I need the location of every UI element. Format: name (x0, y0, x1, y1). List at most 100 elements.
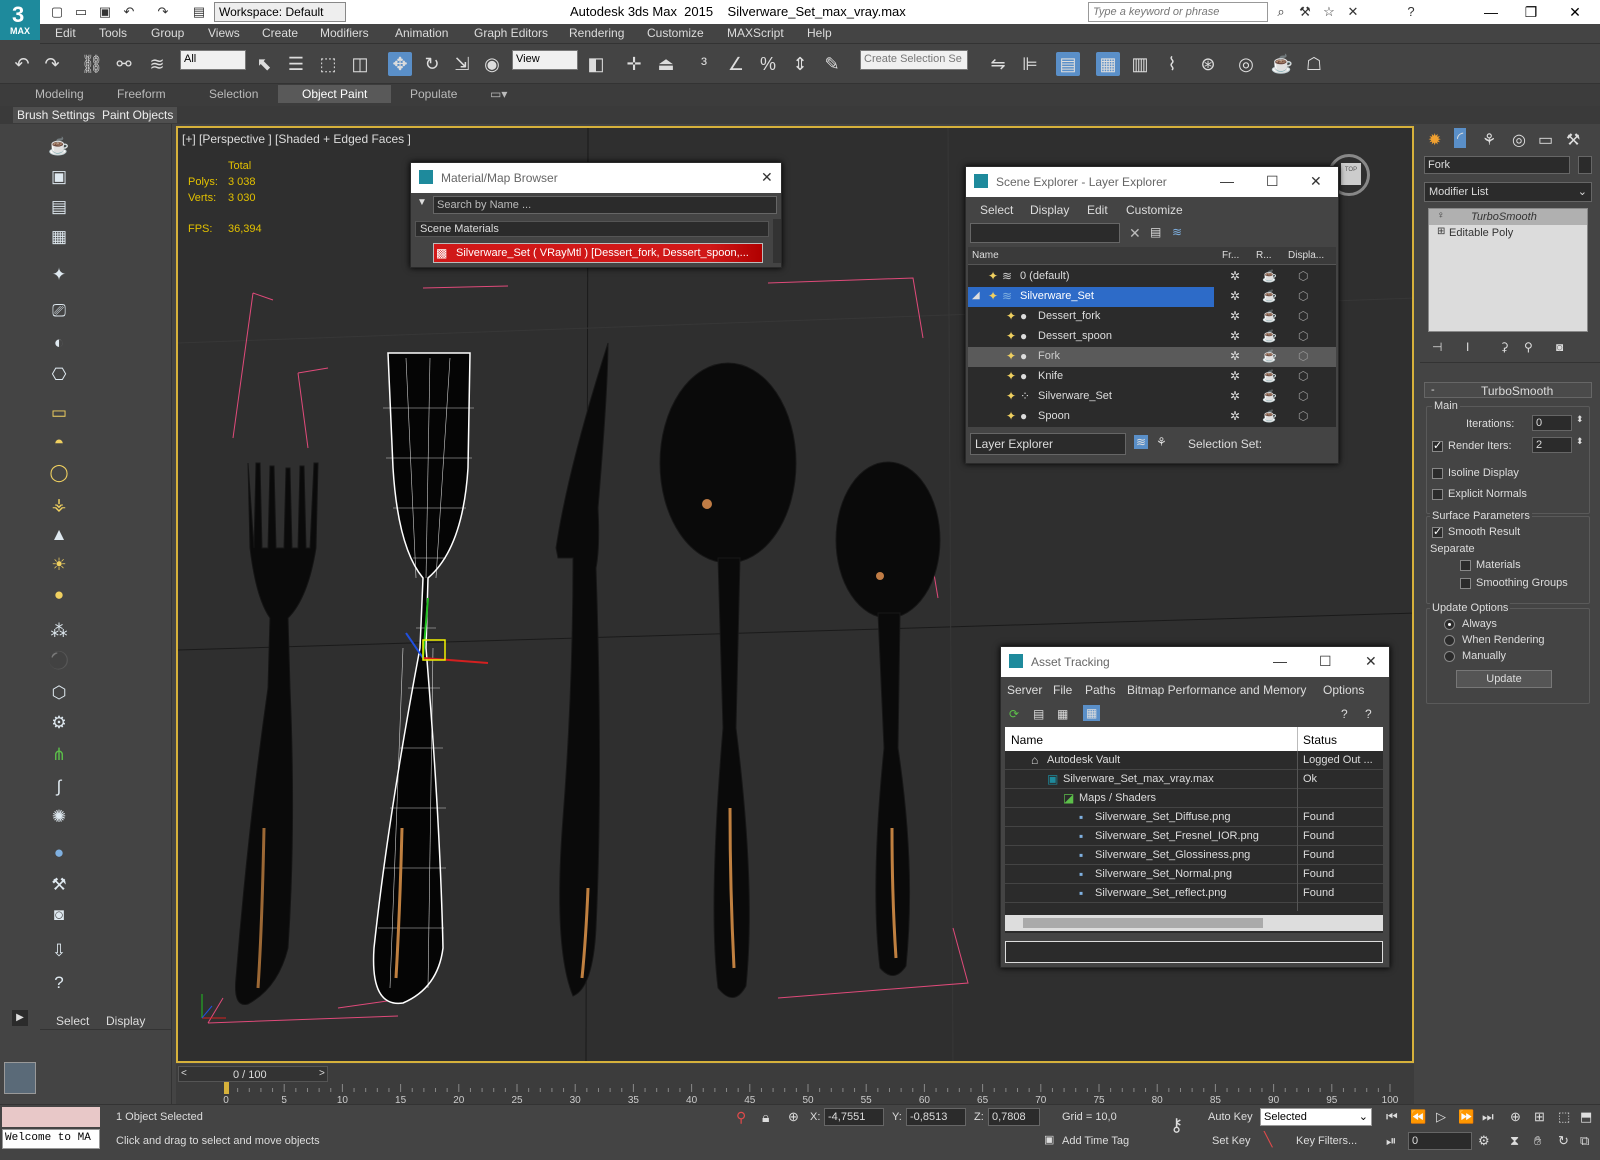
selection-filter-dropdown[interactable]: All (180, 50, 246, 70)
at-menu-server[interactable]: Server (1007, 683, 1042, 697)
show-end-result-icon[interactable]: Ι (1466, 340, 1469, 354)
material-editor-icon[interactable]: ◎ (1234, 52, 1258, 76)
spinner-arrows-icon[interactable]: ⬍ (1576, 436, 1584, 447)
maximize-viewport-icon[interactable]: ⧉ (1580, 1133, 1589, 1149)
help-icon[interactable]: ? (1402, 3, 1420, 21)
manually-radio[interactable] (1444, 651, 1455, 662)
at-row[interactable]: ▪ Silverware_Set_Fresnel_IOR.png Found (1005, 827, 1383, 846)
frame-buffer-icon[interactable]: ◙ (48, 904, 70, 926)
light-bulb-icon[interactable]: ✦ (48, 264, 70, 286)
box-wire-icon[interactable]: ⬡ (48, 682, 70, 704)
menu-modifiers[interactable]: Modifiers (320, 26, 369, 40)
ies-light-icon[interactable]: ● (48, 584, 70, 606)
render-frame-icon[interactable]: ☖ (1302, 52, 1326, 76)
menu-create[interactable]: Create (262, 26, 298, 40)
context-help-icon[interactable]: ? (1365, 707, 1372, 721)
se-col-render[interactable]: R... (1256, 250, 1272, 261)
help-icon[interactable]: ? (1341, 707, 1348, 721)
se-menu-select[interactable]: Select (980, 203, 1013, 217)
explorer-type-dropdown[interactable]: Layer Explorer (970, 433, 1126, 455)
zoom-all-icon[interactable]: ⊞ (1534, 1109, 1545, 1125)
at-row[interactable]: ▣ Silverware_Set_max_vray.max Ok (1005, 770, 1383, 789)
menu-maxscript[interactable]: MAXScript (727, 26, 784, 40)
pan-icon[interactable]: ✋︎ (1534, 1133, 1541, 1149)
film-camera-icon[interactable]: ⎔ (48, 364, 70, 386)
scene-materials-section[interactable]: Scene Materials (415, 221, 769, 237)
grid-icon[interactable]: ▦ (48, 226, 70, 248)
edit-named-selection-icon[interactable]: ✎ (820, 52, 844, 76)
open-file-icon[interactable]: ▭ (72, 3, 90, 21)
exchange-icon[interactable]: ✕ (1344, 3, 1362, 21)
y-coordinate-input[interactable]: -0,8513 (906, 1108, 966, 1126)
bind-space-warp-icon[interactable]: ≋ (145, 52, 169, 76)
close-icon[interactable]: ✕ (1310, 173, 1322, 190)
list-view-icon[interactable]: ▤ (1033, 707, 1044, 721)
tab-populate[interactable]: Populate (410, 87, 457, 101)
sphere-light-icon[interactable]: ◯ (48, 462, 70, 484)
unlink-icon[interactable]: ⚯ (112, 52, 136, 76)
material-search-input[interactable]: Search by Name ... (433, 196, 777, 214)
maximize-button[interactable]: ☐ (1319, 653, 1332, 670)
pivot-center-icon[interactable]: ◧ (584, 52, 608, 76)
goto-start-icon[interactable]: ⏮ (1386, 1109, 1398, 1125)
spinner-snap-icon[interactable]: ⇕ (788, 52, 812, 76)
select-children-icon[interactable]: ▤ (1150, 225, 1161, 239)
tab-modeling[interactable]: Modeling (35, 87, 84, 101)
ribbon-options-icon[interactable]: ▭▾ (490, 87, 507, 101)
make-unique-icon[interactable]: ⚳ (1500, 340, 1509, 354)
play-script-icon[interactable]: ▶ (12, 1010, 28, 1026)
menu-graph-editors[interactable]: Graph Editors (474, 26, 548, 40)
hair-icon[interactable]: ∫ (48, 776, 70, 798)
minimize-button[interactable]: — (1220, 173, 1234, 189)
modifier-list-dropdown[interactable]: Modifier List ⌄ (1424, 182, 1592, 202)
spinner-arrows-icon[interactable]: ⬍ (1576, 414, 1584, 425)
angle-snap-icon[interactable]: ∠ (724, 52, 748, 76)
select-object-icon[interactable]: ⬉ (252, 52, 276, 76)
add-time-tag[interactable]: Add Time Tag (1062, 1135, 1129, 1147)
explicit-normals-checkbox[interactable] (1432, 489, 1443, 500)
tab-freeform[interactable]: Freeform (117, 87, 166, 101)
fur-icon[interactable]: ⋔ (48, 744, 70, 766)
workspace-dropdown[interactable]: Workspace: Default (214, 2, 346, 22)
curve-editor-icon[interactable]: ⌇ (1160, 52, 1184, 76)
at-menu-file[interactable]: File (1053, 683, 1072, 697)
at-row[interactable]: ▪ Silverware_Set_Glossiness.png Found (1005, 846, 1383, 865)
sphere-icon[interactable]: ● (48, 842, 70, 864)
close-button[interactable]: ✕ (1560, 2, 1590, 22)
zoom-icon[interactable]: ⊕ (1510, 1109, 1521, 1125)
create-tab-icon[interactable]: ✹ (1428, 130, 1441, 150)
undo-icon[interactable]: ↶ (120, 3, 138, 21)
auto-key-button[interactable]: Auto Key (1208, 1111, 1253, 1123)
iterations-spinner[interactable]: 0 (1532, 415, 1572, 431)
object-name-input[interactable]: Fork (1424, 156, 1570, 174)
set-key-button[interactable]: Set Key (1212, 1135, 1251, 1147)
se-row-highlighted[interactable]: ✦ ● Fork ✲ ☕ ⬡ (968, 347, 1336, 367)
half-sphere-icon[interactable]: ◐ (48, 332, 70, 354)
export-icon[interactable]: ⇩ (48, 940, 70, 962)
time-config-icon[interactable]: ⚙ (1478, 1133, 1490, 1149)
at-menu-paths[interactable]: Paths (1085, 683, 1116, 697)
at-row[interactable]: ⌂ Autodesk Vault Logged Out ... (1005, 751, 1383, 770)
close-icon[interactable]: ✕ (761, 169, 773, 186)
render-settings-icon[interactable]: ⚒ (48, 874, 70, 896)
turbosmooth-rollout-header[interactable]: - TurboSmooth (1424, 382, 1592, 398)
menu-animation[interactable]: Animation (395, 26, 448, 40)
redo-icon[interactable]: ↷ (40, 52, 64, 76)
hierarchy-mode-icon[interactable]: ⚘ (1156, 435, 1167, 449)
camera-icon[interactable]: ⎚ (48, 300, 70, 322)
menu-customize[interactable]: Customize (647, 26, 704, 40)
viewport-label[interactable]: [+] [Perspective ] [Shaded + Edged Faces… (182, 132, 411, 146)
layer-explorer-icon[interactable]: ▦ (1096, 52, 1120, 76)
absolute-mode-icon[interactable]: ⊕ (788, 1109, 799, 1125)
select-manipulate-icon[interactable]: ✛ (622, 52, 646, 76)
displacement-icon[interactable]: ✺ (48, 806, 70, 828)
se-find-input[interactable] (970, 223, 1120, 243)
isoline-display-checkbox[interactable] (1432, 468, 1443, 479)
se-col-name[interactable]: Name (972, 250, 999, 261)
configure-modifier-sets-icon[interactable]: ◙ (1556, 340, 1563, 354)
motion-tab-icon[interactable]: ◎ (1512, 130, 1526, 150)
dome-icon[interactable]: ◓ (48, 432, 70, 454)
at-row[interactable]: ▪ Silverware_Set_Normal.png Found (1005, 865, 1383, 884)
current-frame-input[interactable]: 0 (1408, 1132, 1472, 1150)
always-radio[interactable] (1444, 619, 1455, 630)
